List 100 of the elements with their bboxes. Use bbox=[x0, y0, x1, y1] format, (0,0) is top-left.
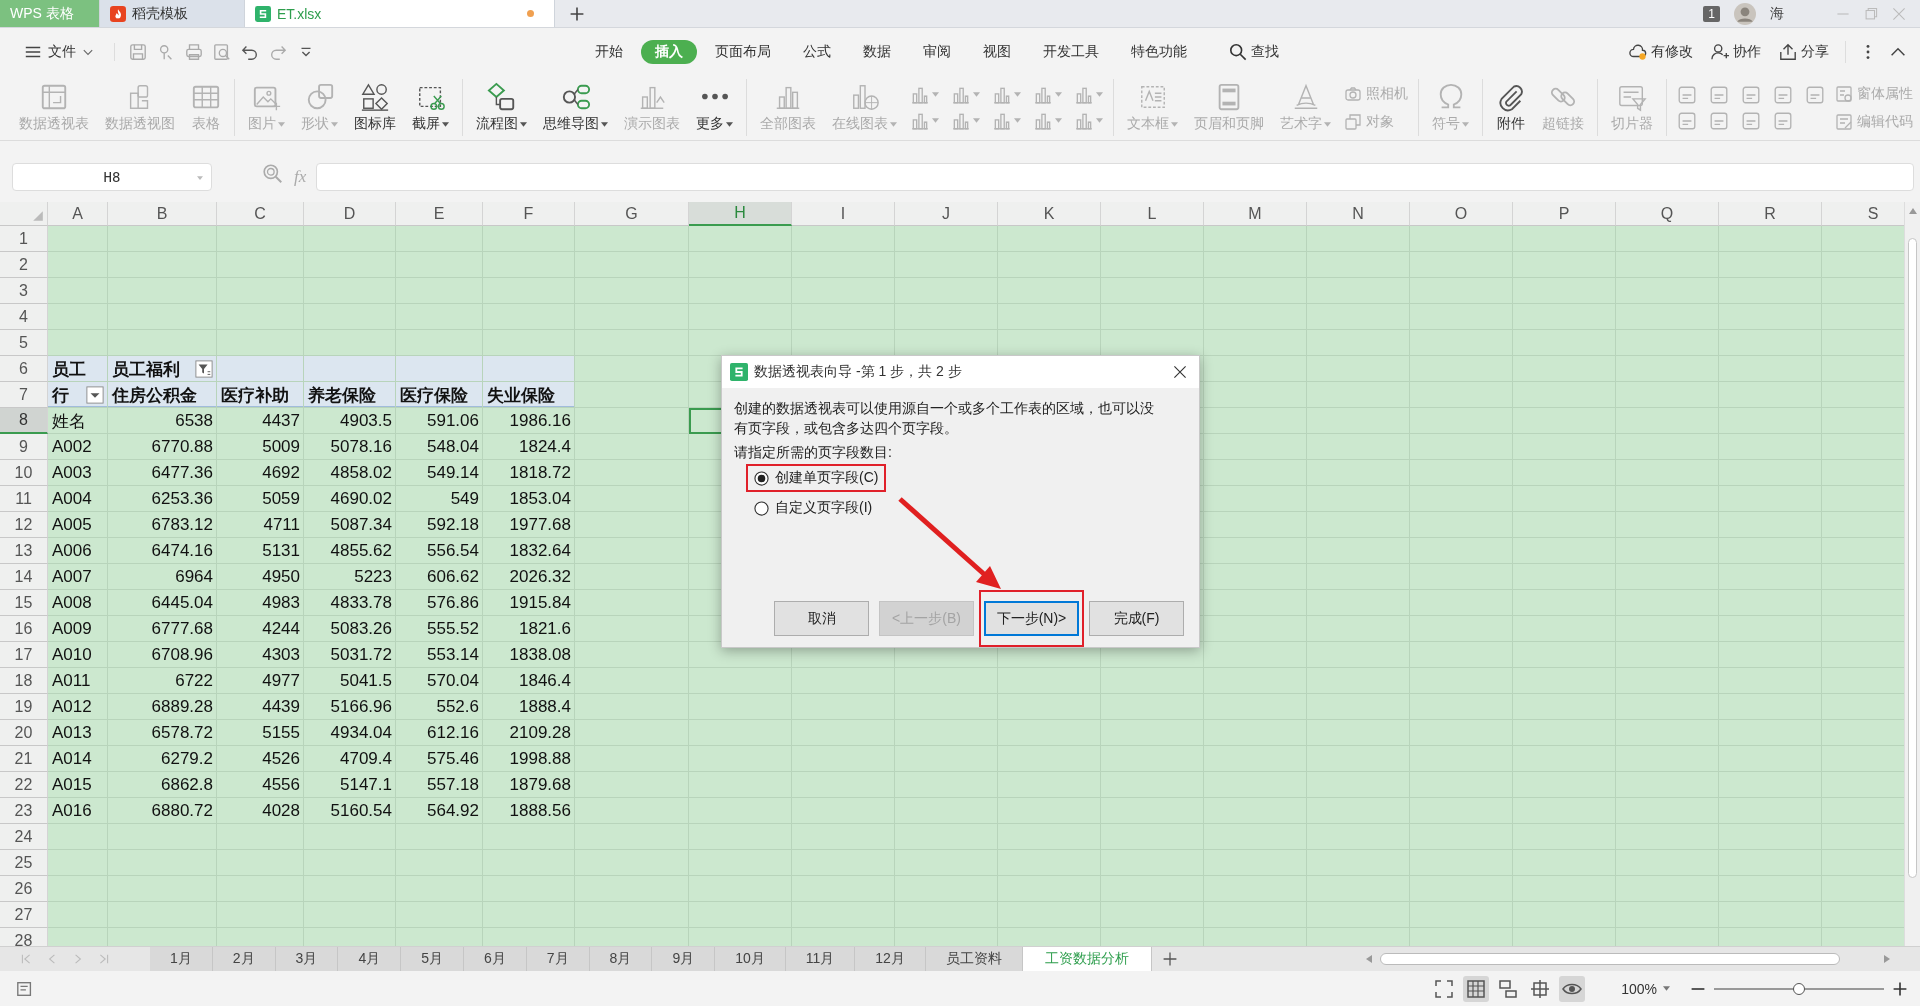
column-header[interactable]: R bbox=[1719, 202, 1822, 226]
sheet-tab[interactable]: 4月 bbox=[338, 947, 402, 971]
add-sheet-icon[interactable] bbox=[1161, 951, 1178, 967]
scrollbar-thumb[interactable] bbox=[1908, 238, 1917, 878]
file-menu[interactable]: 文件 bbox=[18, 38, 100, 65]
row-header[interactable]: 1 bbox=[0, 226, 48, 252]
ribbon-tab[interactable]: 视图 bbox=[969, 39, 1025, 64]
column-header[interactable]: Q bbox=[1616, 202, 1719, 226]
column-header[interactable]: M bbox=[1204, 202, 1307, 226]
sheet-status-icon[interactable] bbox=[16, 979, 34, 998]
scroll-up-icon[interactable] bbox=[1908, 208, 1917, 214]
row-header[interactable]: 25 bbox=[0, 850, 48, 876]
zoom-icon[interactable] bbox=[262, 163, 284, 185]
sheet-tab[interactable]: 10月 bbox=[715, 947, 786, 971]
ribbon-button[interactable]: 图标库 bbox=[347, 80, 403, 135]
column-header[interactable]: N bbox=[1307, 202, 1410, 226]
next-sheet-icon[interactable] bbox=[72, 953, 84, 965]
ribbon-button[interactable]: 更多 bbox=[689, 80, 740, 135]
close-icon[interactable] bbox=[1173, 365, 1187, 379]
ribbon-tab[interactable]: 开始 bbox=[581, 39, 637, 64]
preview-icon[interactable] bbox=[213, 42, 231, 61]
ribbon-button[interactable]: 附件 bbox=[1489, 80, 1533, 135]
column-header[interactable]: G bbox=[575, 202, 689, 226]
sheet-tab[interactable]: 8月 bbox=[589, 947, 653, 971]
row-header[interactable]: 15 bbox=[0, 590, 48, 616]
toolbar-button[interactable]: 分享 bbox=[1777, 40, 1831, 63]
ribbon-tab[interactable]: 页面布局 bbox=[701, 39, 785, 64]
add-tab-icon[interactable] bbox=[569, 5, 585, 22]
sheet-tab[interactable]: 7月 bbox=[526, 947, 590, 971]
row-header[interactable]: 21 bbox=[0, 746, 48, 772]
column-header[interactable]: E bbox=[396, 202, 483, 226]
row-header[interactable]: 5 bbox=[0, 330, 48, 356]
row-header[interactable]: 28 bbox=[0, 928, 48, 946]
row-header[interactable]: 13 bbox=[0, 538, 48, 564]
dialog-button[interactable]: 取消 bbox=[774, 601, 869, 636]
radio-option[interactable]: 自定义页字段(I) bbox=[754, 499, 873, 517]
toolbar-button[interactable]: 协作 bbox=[1709, 40, 1763, 63]
sheet-tab[interactable]: 9月 bbox=[652, 947, 716, 971]
search-button[interactable]: 查找 bbox=[1223, 41, 1285, 62]
dialog-button[interactable]: 下一步(N)> bbox=[984, 601, 1079, 636]
user-name[interactable]: 海 bbox=[1770, 4, 1784, 23]
row-header[interactable]: 18 bbox=[0, 668, 48, 694]
save-icon[interactable] bbox=[129, 42, 147, 61]
row-header[interactable]: 11 bbox=[0, 486, 48, 512]
row-header[interactable]: 17 bbox=[0, 642, 48, 668]
row-header[interactable]: 16 bbox=[0, 616, 48, 642]
row-header[interactable]: 19 bbox=[0, 694, 48, 720]
sheet-tab[interactable]: 6月 bbox=[464, 947, 527, 971]
view-mode-button[interactable] bbox=[1559, 975, 1586, 1002]
radio-option[interactable]: 创建单页字段(C) bbox=[754, 469, 879, 487]
ribbon-tab[interactable]: 审阅 bbox=[909, 39, 965, 64]
column-header[interactable]: F bbox=[483, 202, 575, 226]
row-header[interactable]: 6 bbox=[0, 356, 48, 382]
scroll-left-icon[interactable] bbox=[1366, 955, 1372, 963]
column-header[interactable]: B bbox=[108, 202, 217, 226]
sheet-tab[interactable]: 员工资料 bbox=[925, 947, 1023, 971]
ribbon-button[interactable]: 截屏 bbox=[405, 80, 456, 135]
view-mode-button[interactable] bbox=[1463, 975, 1490, 1002]
row-header[interactable]: 2 bbox=[0, 252, 48, 278]
row-header[interactable]: 22 bbox=[0, 772, 48, 798]
vertical-scrollbar[interactable] bbox=[1904, 202, 1920, 946]
notification-badge[interactable]: 1 bbox=[1703, 5, 1720, 22]
zoom-in-icon[interactable] bbox=[1892, 980, 1908, 997]
row-header[interactable]: 23 bbox=[0, 798, 48, 824]
sheet-tab[interactable]: 11月 bbox=[785, 947, 856, 971]
ribbon-tab[interactable]: 特色功能 bbox=[1117, 39, 1201, 64]
sheet-tab[interactable]: 3月 bbox=[275, 947, 339, 971]
scrollbar-thumb[interactable] bbox=[1380, 953, 1840, 965]
column-header[interactable]: D bbox=[304, 202, 396, 226]
row-header[interactable]: 14 bbox=[0, 564, 48, 590]
sheet-tab[interactable]: 2月 bbox=[212, 947, 276, 971]
row-header[interactable]: 27 bbox=[0, 902, 48, 928]
row-header[interactable]: 24 bbox=[0, 824, 48, 850]
dropdown-icon[interactable] bbox=[86, 386, 104, 404]
avatar-icon[interactable] bbox=[1734, 2, 1756, 25]
row-header[interactable]: 20 bbox=[0, 720, 48, 746]
zoom-level[interactable]: 100% bbox=[1615, 979, 1676, 998]
row-header[interactable]: 12 bbox=[0, 512, 48, 538]
ribbon-button[interactable]: 流程图 bbox=[469, 80, 534, 135]
row-header[interactable]: 10 bbox=[0, 460, 48, 486]
row-header[interactable]: 9 bbox=[0, 434, 48, 460]
column-header[interactable]: A bbox=[48, 202, 108, 226]
select-all-icon[interactable] bbox=[32, 210, 44, 222]
slider-thumb[interactable] bbox=[1793, 982, 1805, 995]
document-tab[interactable]: 稻壳模板 bbox=[100, 0, 245, 27]
sheet-tab[interactable]: 1月 bbox=[150, 947, 213, 971]
row-header[interactable]: 26 bbox=[0, 876, 48, 902]
row-header[interactable]: 3 bbox=[0, 278, 48, 304]
name-box[interactable]: H8 bbox=[12, 163, 212, 191]
document-tab[interactable]: ET.xlsx bbox=[245, 0, 555, 27]
row-header[interactable]: 7 bbox=[0, 382, 48, 408]
column-header[interactable]: C bbox=[217, 202, 304, 226]
scroll-right-icon[interactable] bbox=[1884, 955, 1890, 963]
ribbon-tab[interactable]: 公式 bbox=[789, 39, 845, 64]
column-header[interactable]: O bbox=[1410, 202, 1513, 226]
row-header[interactable]: 8 bbox=[0, 408, 48, 434]
column-header[interactable]: P bbox=[1513, 202, 1616, 226]
formula-input[interactable] bbox=[316, 163, 1914, 191]
column-header[interactable]: I bbox=[792, 202, 895, 226]
column-header[interactable]: L bbox=[1101, 202, 1204, 226]
